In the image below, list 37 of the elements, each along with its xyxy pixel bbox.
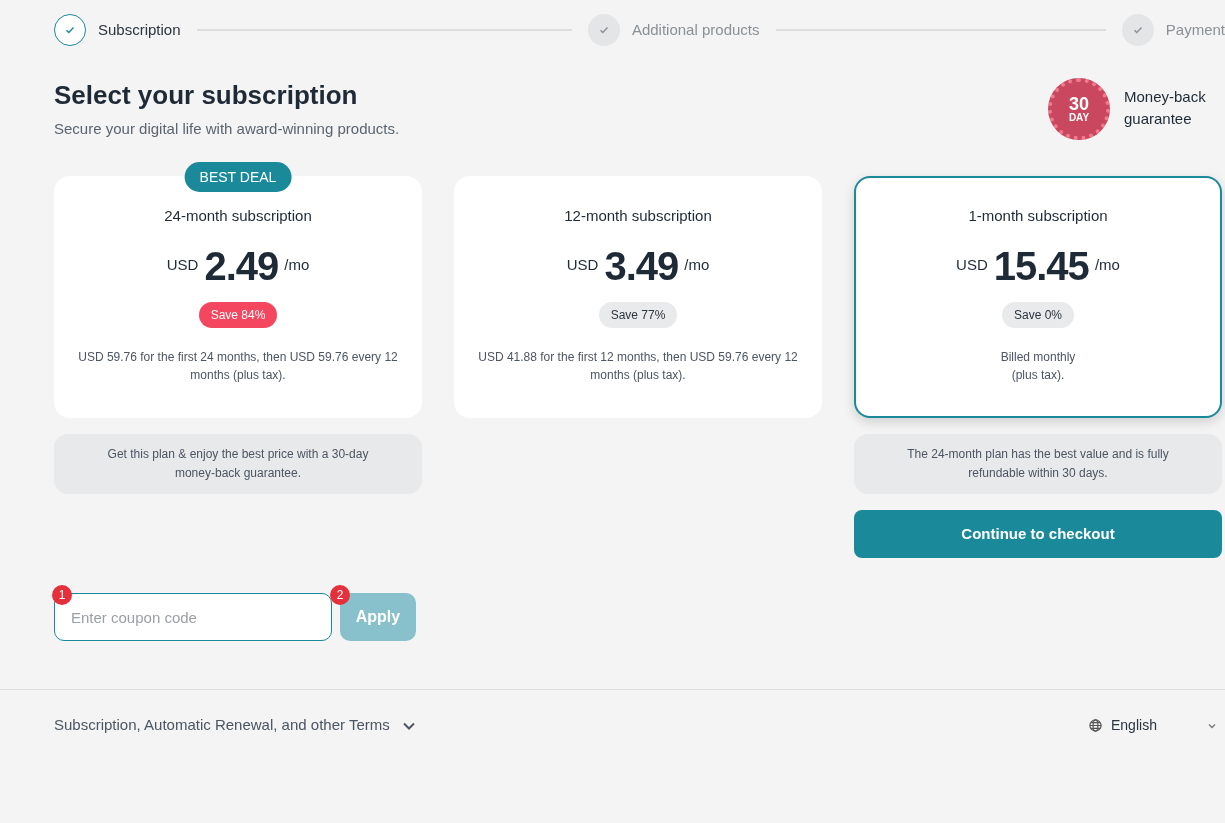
plan-note: The 24-month plan has the best value and is fully refundable within 30 days. xyxy=(854,434,1222,494)
price-unit: /mo xyxy=(284,255,310,276)
savings-badge: Save 77% xyxy=(598,301,678,328)
guarantee-label: Money-back guarantee xyxy=(1124,87,1207,129)
step-label: Additional products xyxy=(631,19,760,40)
savings-badge: Save 0% xyxy=(1002,301,1074,328)
plan-name: 1-month subscription xyxy=(968,206,1108,226)
billing-details: Billed monthly (plus tax). xyxy=(1000,348,1076,384)
page-title: Select your subscription xyxy=(54,79,359,112)
savings-badge: Save 84% xyxy=(198,301,278,328)
check-icon xyxy=(597,24,610,36)
plan-price: 15.45 xyxy=(993,242,1089,290)
check-icon xyxy=(1131,24,1144,36)
plan-price: 2.49 xyxy=(204,242,279,290)
globe-icon xyxy=(1089,719,1102,732)
step-label: Payment xyxy=(1165,19,1225,40)
page-subtitle: Secure your digital life with award-winning products. xyxy=(54,119,400,139)
price-unit: /mo xyxy=(1094,255,1120,276)
plan-price: 3.49 xyxy=(604,242,679,290)
currency-label: USD xyxy=(956,255,988,276)
currency-label: USD xyxy=(566,255,599,276)
billing-details: USD 41.88 for the first 12 months, then USD 59.76 every 12 months (plus tax). xyxy=(477,348,799,384)
marker-badge: 2 xyxy=(330,585,350,605)
marker-badge: 1 xyxy=(52,585,72,605)
price-unit: /mo xyxy=(684,255,710,276)
billing-details: USD 59.76 for the first 24 months, then USD 59.76 every 12 months (plus tax). xyxy=(77,348,399,384)
language-selector[interactable]: English xyxy=(1089,715,1217,736)
plan-note: Get this plan & enjoy the best price with a 30-day money-back guarantee. xyxy=(54,434,422,494)
checkout-button[interactable]: Continue to checkout xyxy=(854,510,1222,558)
plan-name: 24-month subscription xyxy=(164,206,312,226)
check-icon xyxy=(64,24,76,36)
best-deal-badge: BEST DEAL xyxy=(184,162,292,192)
currency-label: USD xyxy=(166,255,199,276)
plan-name: 12-month subscription xyxy=(564,206,712,226)
terms-toggle[interactable]: Subscription, Automatic Renewal, and other Terms xyxy=(54,714,416,737)
guarantee-seal: 30 DAY xyxy=(1048,78,1110,140)
step-label: Subscription xyxy=(98,19,181,40)
